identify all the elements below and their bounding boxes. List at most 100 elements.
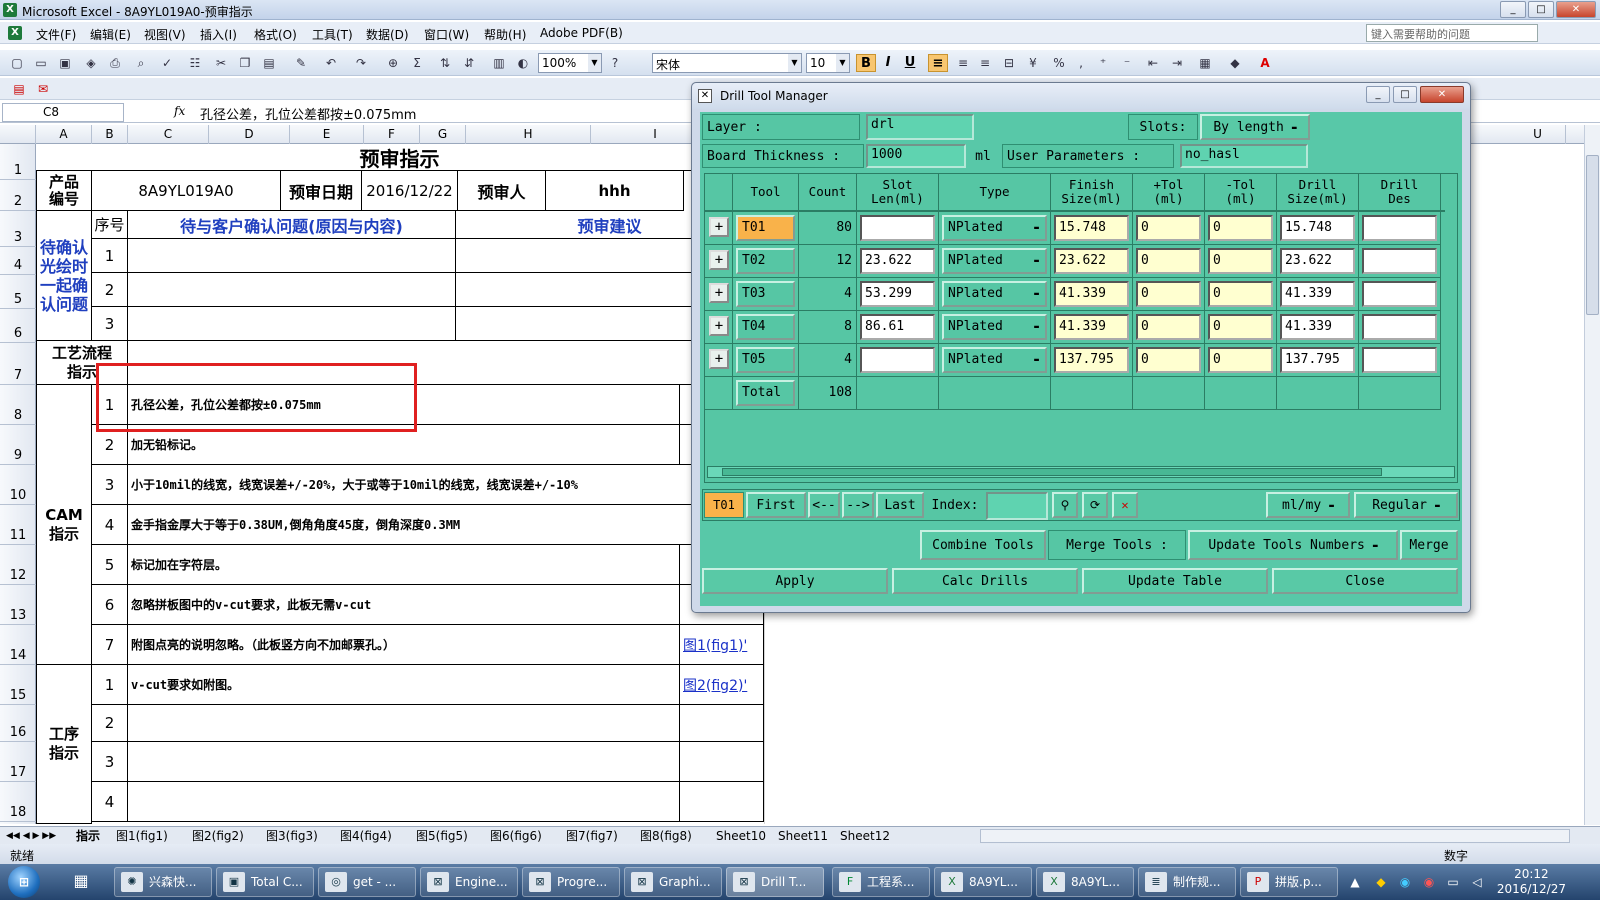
- sheet-tab[interactable]: 图8(fig8): [640, 828, 692, 844]
- minus-tol-cell[interactable]: 0: [1205, 344, 1277, 377]
- minus-tol-cell[interactable]: 0: [1205, 278, 1277, 311]
- confirm-row-number[interactable]: 1: [92, 239, 128, 273]
- menu-tools[interactable]: 工具(T): [312, 26, 353, 43]
- type-cell[interactable]: NPlated: [939, 245, 1051, 278]
- drill-des-cell[interactable]: [1359, 212, 1441, 245]
- decrease-indent-icon[interactable]: ⇤: [1144, 54, 1162, 72]
- confirm-issue-cell[interactable]: [128, 239, 456, 273]
- taskbar-item[interactable]: ◎ get - ...: [318, 867, 416, 897]
- taskbar-item[interactable]: F 工程系...: [832, 867, 930, 897]
- print-preview-icon[interactable]: ⌕: [132, 54, 150, 72]
- new-icon[interactable]: ▢: [8, 54, 26, 72]
- drill-size-cell[interactable]: 23.622: [1277, 245, 1359, 278]
- product-number[interactable]: 8A9YL019A0: [92, 171, 281, 211]
- menu-edit[interactable]: 编辑(E): [90, 26, 131, 43]
- taskbar-item[interactable]: ≣ 制作规...: [1138, 867, 1236, 897]
- close-button[interactable]: ✕: [1556, 1, 1596, 18]
- drill-des-cell[interactable]: [1359, 278, 1441, 311]
- sheet-tab[interactable]: Sheet12: [840, 828, 890, 844]
- dialog-maximize-button[interactable]: □: [1393, 86, 1417, 103]
- calculator-icon[interactable]: ▦: [72, 872, 90, 890]
- clock[interactable]: 20:12 2016/12/27: [1497, 867, 1566, 897]
- tray-browser-icon[interactable]: ◉: [1420, 873, 1438, 891]
- update-tools-numbers-button[interactable]: Update Tools Numbers: [1188, 530, 1398, 560]
- close-dialog-button[interactable]: Close: [1272, 568, 1458, 594]
- increase-decimal-icon[interactable]: ⁺: [1094, 54, 1112, 72]
- proc-item-link[interactable]: [680, 782, 764, 822]
- sheet-title[interactable]: 预审指示: [36, 144, 764, 171]
- chart-icon[interactable]: ▥: [490, 54, 508, 72]
- row-header[interactable]: 7: [0, 341, 36, 385]
- dialog-minimize-button[interactable]: _: [1366, 86, 1390, 103]
- sheet-tab[interactable]: 图5(fig5): [416, 828, 468, 844]
- cam-item-text[interactable]: 标记加在字符层。: [128, 545, 680, 585]
- reviewer-label[interactable]: 预审人: [458, 171, 546, 211]
- proc-item-number[interactable]: 3: [92, 742, 128, 782]
- column-header[interactable]: G: [420, 125, 466, 144]
- underline-button[interactable]: U: [900, 54, 920, 72]
- confirm-row-number[interactable]: 3: [92, 307, 128, 341]
- expand-row-button[interactable]: +: [705, 311, 733, 344]
- tray-volume-icon[interactable]: ◁: [1468, 873, 1486, 891]
- row-header[interactable]: 13: [0, 585, 36, 625]
- row-header[interactable]: 14: [0, 625, 36, 665]
- formula-input[interactable]: 孔径公差，孔位公差都按±0.075mm: [200, 104, 416, 123]
- proc-item-text[interactable]: [128, 782, 680, 822]
- apply-button[interactable]: Apply: [702, 568, 888, 594]
- column-header[interactable]: B: [92, 125, 128, 144]
- figure-hyperlink[interactable]: 图2(fig2)': [680, 665, 764, 705]
- type-cell[interactable]: NPlated: [939, 278, 1051, 311]
- index-field[interactable]: [986, 492, 1048, 520]
- type-cell[interactable]: NPlated: [939, 344, 1051, 377]
- pdf-email-icon[interactable]: ✉: [34, 80, 52, 98]
- research-icon[interactable]: ☷: [186, 54, 204, 72]
- zoom-select[interactable]: 100% ▼: [538, 53, 602, 73]
- scroll-thumb[interactable]: [1586, 155, 1599, 315]
- sheet-tab[interactable]: Sheet10: [716, 828, 766, 844]
- sheet-tab[interactable]: 图4(fig4): [340, 828, 392, 844]
- dialog-title-bar[interactable]: ✕ Drill Tool Manager _ □ ✕: [692, 83, 1470, 109]
- drill-des-cell[interactable]: [1359, 344, 1441, 377]
- save-icon[interactable]: ▣: [56, 54, 74, 72]
- undo-icon[interactable]: ↶: [322, 54, 340, 72]
- row-header[interactable]: 4: [0, 239, 36, 275]
- menu-insert[interactable]: 插入(I): [200, 26, 237, 43]
- cam-item-text[interactable]: 金手指金厚大于等于0.38UM,倒角角度45度，倒角深度0.3MM: [128, 505, 764, 545]
- tab-nav-icon[interactable]: ◀◀ ◀ ▶ ▶▶: [6, 828, 56, 844]
- sheet-tab[interactable]: 指示: [76, 828, 100, 844]
- reviewer-name[interactable]: hhh: [546, 171, 684, 211]
- plus-icon[interactable]: +: [709, 316, 729, 336]
- proc-item-link[interactable]: [680, 742, 764, 782]
- search-icon[interactable]: ⚲: [1052, 492, 1078, 518]
- finish-size-cell[interactable]: 41.339: [1051, 311, 1133, 344]
- column-header[interactable]: C: [128, 125, 209, 144]
- plus-icon[interactable]: +: [709, 283, 729, 303]
- column-header[interactable]: H: [466, 125, 591, 144]
- help-icon[interactable]: ?: [606, 54, 624, 72]
- column-header[interactable]: D: [209, 125, 290, 144]
- autosum-icon[interactable]: Σ: [408, 54, 426, 72]
- row-header[interactable]: 5: [0, 273, 36, 309]
- slot-len-cell[interactable]: [857, 344, 939, 377]
- paste-icon[interactable]: ▤: [260, 54, 278, 72]
- align-center-icon[interactable]: ≡: [954, 54, 972, 72]
- proc-item-text[interactable]: [128, 742, 680, 782]
- confirm-issue-cell[interactable]: [128, 307, 456, 341]
- menu-adobe-pdf[interactable]: Adobe PDF(B): [540, 26, 623, 40]
- sort-ascending-icon[interactable]: ⇅: [436, 54, 454, 72]
- proc-label[interactable]: 工序 指示: [36, 665, 92, 824]
- confirm-label[interactable]: 待确认 光绘时 一起确 认问题: [36, 211, 92, 341]
- borders-icon[interactable]: ▦: [1196, 54, 1214, 72]
- slot-len-cell[interactable]: [857, 212, 939, 245]
- cam-item-number[interactable]: 7: [92, 625, 128, 665]
- cam-label[interactable]: CAM 指示: [36, 385, 92, 665]
- column-header[interactable]: F: [364, 125, 420, 144]
- minimize-button[interactable]: _: [1500, 1, 1526, 18]
- font-size-select[interactable]: 10 ▼: [806, 53, 850, 73]
- currency-icon[interactable]: ¥: [1024, 54, 1042, 72]
- tool-cell[interactable]: T05: [733, 344, 799, 377]
- column-header[interactable]: A: [36, 125, 92, 144]
- copy-icon[interactable]: ❐: [236, 54, 254, 72]
- tool-cell[interactable]: T04: [733, 311, 799, 344]
- minus-tol-cell[interactable]: 0: [1205, 311, 1277, 344]
